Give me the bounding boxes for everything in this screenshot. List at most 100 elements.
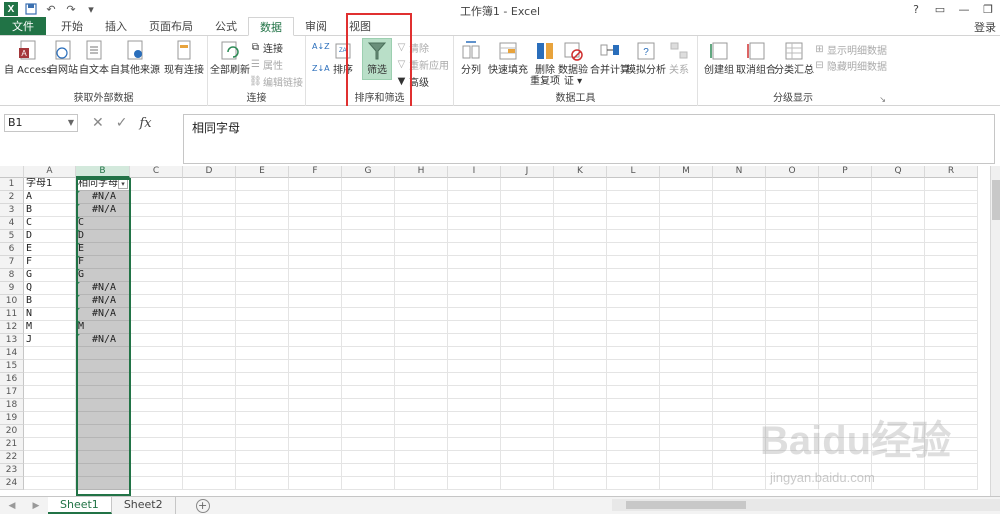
cell-g19[interactable] — [342, 412, 395, 425]
cell-c23[interactable] — [130, 464, 183, 477]
cell-q12[interactable] — [872, 321, 925, 334]
cell-g10[interactable] — [342, 295, 395, 308]
cell-m9[interactable] — [660, 282, 713, 295]
cell-k24[interactable] — [554, 477, 607, 490]
cell-a24[interactable] — [24, 477, 76, 490]
cell-n23[interactable] — [713, 464, 766, 477]
cell-g14[interactable] — [342, 347, 395, 360]
cell-m6[interactable] — [660, 243, 713, 256]
cell-k22[interactable] — [554, 451, 607, 464]
cell-p6[interactable] — [819, 243, 872, 256]
cell-k8[interactable] — [554, 269, 607, 282]
cell-f23[interactable] — [289, 464, 342, 477]
error-indicator-icon[interactable] — [76, 243, 80, 247]
cell-q11[interactable] — [872, 308, 925, 321]
row-header[interactable]: 22 — [0, 451, 24, 464]
cell-l22[interactable] — [607, 451, 660, 464]
cell-b6[interactable]: E — [76, 243, 130, 256]
cell-d4[interactable] — [183, 217, 236, 230]
cell-n15[interactable] — [713, 360, 766, 373]
column-header[interactable]: O — [766, 166, 819, 178]
ungroup-button[interactable]: 取消组合 — [736, 39, 776, 76]
cell-g24[interactable] — [342, 477, 395, 490]
cell-e20[interactable] — [236, 425, 289, 438]
cell-f8[interactable] — [289, 269, 342, 282]
cell-q4[interactable] — [872, 217, 925, 230]
cell-j21[interactable] — [501, 438, 554, 451]
column-header[interactable]: B — [76, 166, 130, 178]
cell-n12[interactable] — [713, 321, 766, 334]
cell-b4[interactable]: C — [76, 217, 130, 230]
cell-h2[interactable] — [395, 191, 448, 204]
cell-p16[interactable] — [819, 373, 872, 386]
cell-l16[interactable] — [607, 373, 660, 386]
cell-k2[interactable] — [554, 191, 607, 204]
cell-l14[interactable] — [607, 347, 660, 360]
cell-d2[interactable] — [183, 191, 236, 204]
cell-c4[interactable] — [130, 217, 183, 230]
cell-n19[interactable] — [713, 412, 766, 425]
cell-e8[interactable] — [236, 269, 289, 282]
cell-a12[interactable]: M — [24, 321, 76, 334]
cell-c15[interactable] — [130, 360, 183, 373]
column-header[interactable]: P — [819, 166, 872, 178]
group-button[interactable]: 创建组 — [704, 39, 734, 76]
cell-j19[interactable] — [501, 412, 554, 425]
cell-b23[interactable] — [76, 464, 130, 477]
cell-o2[interactable] — [766, 191, 819, 204]
data-validation-button[interactable]: 数据验证 ▾ — [558, 39, 588, 87]
column-header[interactable]: C — [130, 166, 183, 178]
cell-h16[interactable] — [395, 373, 448, 386]
cell-n4[interactable] — [713, 217, 766, 230]
cell-e16[interactable] — [236, 373, 289, 386]
cell-j11[interactable] — [501, 308, 554, 321]
sheet-tab-sheet1[interactable]: Sheet1 — [48, 497, 112, 514]
cell-i20[interactable] — [448, 425, 501, 438]
cell-h8[interactable] — [395, 269, 448, 282]
cell-c24[interactable] — [130, 477, 183, 490]
cell-o9[interactable] — [766, 282, 819, 295]
cell-a7[interactable]: F — [24, 256, 76, 269]
cell-a15[interactable] — [24, 360, 76, 373]
cell-l6[interactable] — [607, 243, 660, 256]
relationships-button[interactable]: 关系 — [668, 39, 690, 76]
cell-p15[interactable] — [819, 360, 872, 373]
formula-input[interactable]: 相同字母 — [183, 114, 995, 164]
cell-d14[interactable] — [183, 347, 236, 360]
cell-b9[interactable]: #N/A — [76, 282, 130, 295]
cell-h18[interactable] — [395, 399, 448, 412]
cell-m1[interactable] — [660, 178, 713, 191]
cell-n10[interactable] — [713, 295, 766, 308]
cell-i9[interactable] — [448, 282, 501, 295]
row-header[interactable]: 19 — [0, 412, 24, 425]
cell-g17[interactable] — [342, 386, 395, 399]
cell-f7[interactable] — [289, 256, 342, 269]
error-indicator-icon[interactable] — [76, 334, 80, 338]
cell-m3[interactable] — [660, 204, 713, 217]
cell-p7[interactable] — [819, 256, 872, 269]
cell-o15[interactable] — [766, 360, 819, 373]
cell-q1[interactable] — [872, 178, 925, 191]
cell-o7[interactable] — [766, 256, 819, 269]
cell-e24[interactable] — [236, 477, 289, 490]
cell-a17[interactable] — [24, 386, 76, 399]
cell-h1[interactable] — [395, 178, 448, 191]
cell-p9[interactable] — [819, 282, 872, 295]
cell-i24[interactable] — [448, 477, 501, 490]
select-all-corner[interactable] — [0, 166, 24, 178]
cell-d1[interactable] — [183, 178, 236, 191]
cell-l9[interactable] — [607, 282, 660, 295]
error-indicator-icon[interactable] — [76, 256, 80, 260]
cell-i7[interactable] — [448, 256, 501, 269]
cell-d5[interactable] — [183, 230, 236, 243]
cell-r2[interactable] — [925, 191, 978, 204]
row-header[interactable]: 21 — [0, 438, 24, 451]
consolidate-button[interactable]: 合并计算 — [590, 39, 630, 76]
cell-j13[interactable] — [501, 334, 554, 347]
error-indicator-icon[interactable] — [76, 308, 80, 312]
cell-j7[interactable] — [501, 256, 554, 269]
cell-m10[interactable] — [660, 295, 713, 308]
cell-a3[interactable]: B — [24, 204, 76, 217]
cell-m21[interactable] — [660, 438, 713, 451]
save-icon[interactable] — [24, 2, 38, 16]
